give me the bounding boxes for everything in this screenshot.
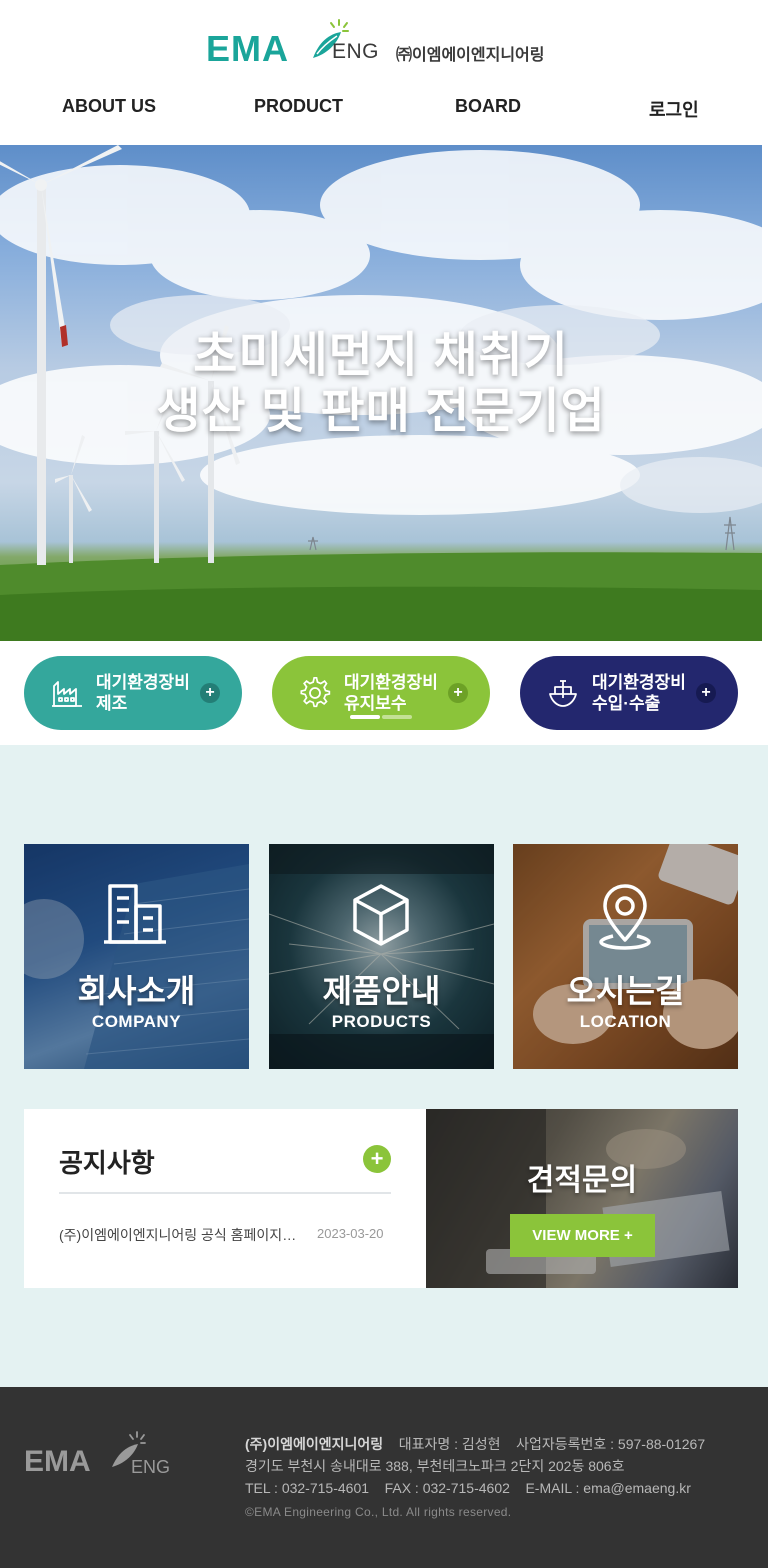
quick-link-line1: 대기환경장비 (592, 673, 686, 692)
card-building-photo (24, 844, 249, 1069)
footer-fax: FAX : 032-715-4602 (384, 1480, 510, 1496)
quick-link-line2: 유지보수 (344, 694, 407, 713)
quick-link-line2: 수입·수출 (592, 694, 661, 713)
quick-link-label: 대기환경장비 유지보수 (344, 672, 438, 714)
company-logo[interactable]: EMA ENG ㈜이엠에이엔지니어링 (206, 14, 566, 70)
box-icon (353, 884, 409, 946)
plus-icon: + (448, 683, 468, 703)
notice-item-title[interactable]: (주)이엠에이엔지니어링 공식 홈페이지 오픈 (59, 1225, 299, 1245)
divider (59, 1192, 391, 1194)
plus-icon: + (696, 683, 716, 703)
slider-pagination (350, 715, 412, 719)
notice-board: 공지사항 + (주)이엠에이엔지니어링 공식 홈페이지 오픈 2023-03-2… (24, 1109, 426, 1288)
footer-tel: TEL : 032-715-4601 (245, 1480, 370, 1496)
notice-item-date: 2023-03-20 (317, 1226, 384, 1241)
card-title: 오시는길 (566, 973, 685, 1009)
view-more-button[interactable]: VIEW MORE + (510, 1214, 655, 1257)
footer-logo-eng: ENG (131, 1457, 171, 1477)
notice-more-plus-icon[interactable]: + (363, 1145, 391, 1173)
building-icon (104, 884, 166, 944)
slider-dot-active[interactable] (350, 715, 380, 719)
hero-headline: 초미세먼지 채취기 생산 및 판매 전문기업 (0, 328, 762, 440)
quick-link-label: 대기환경장비 제조 (96, 672, 190, 714)
card-products[interactable]: 제품안내 PRODUCTS (269, 844, 494, 1069)
site-header: EMA ENG ㈜이엠에이엔지니어링 ABOUT US PRODUCT BOAR… (0, 0, 768, 145)
logo-wordmark: EMA (206, 28, 289, 69)
hero-banner: 초미세먼지 채취기 생산 및 판매 전문기업 (0, 145, 762, 641)
quick-link-line1: 대기환경장비 (344, 673, 438, 692)
quick-link-line1: 대기환경장비 (96, 673, 190, 692)
ship-icon (549, 680, 577, 707)
logo-company-name: ㈜이엠에이엔지니어링 (396, 47, 545, 64)
footer-address: 경기도 부천시 송내대로 388, 부천테크노파크 2단지 202동 806호 (245, 1458, 625, 1474)
quick-link-line2: 제조 (96, 694, 128, 713)
card-company[interactable]: 회사소개 COMPANY (24, 844, 249, 1069)
card-subtitle: PRODUCTS (331, 1012, 432, 1031)
hero-headline-line1: 초미세먼지 채취기 (193, 329, 569, 382)
footer-ceo: 대표자명 : 김성현 (398, 1436, 501, 1452)
quick-link-manufacturing[interactable]: 대기환경장비 제조 + (24, 656, 242, 730)
gear-icon (300, 676, 331, 708)
plus-icon: + (200, 683, 220, 703)
footer-copyright: ©EMA Engineering Co., Ltd. All rights re… (245, 1505, 512, 1519)
nav-board[interactable]: BOARD (455, 96, 521, 117)
quick-link-label: 대기환경장비 수입·수출 (592, 672, 686, 714)
site-footer: EMA ENG (주)이엠에이엔지니어링 대표자명 : 김성현 사업자등록번호 … (0, 1387, 768, 1568)
map-pin-icon (599, 884, 651, 950)
card-subtitle: COMPANY (91, 1012, 182, 1031)
footer-logo[interactable]: EMA ENG (24, 1431, 194, 1481)
hero-headline-line2: 생산 및 판매 전문기업 (156, 385, 606, 438)
footer-logo-wordmark: EMA (24, 1445, 91, 1478)
card-subtitle: LOCATION (579, 1012, 672, 1031)
quick-links: 대기환경장비 제조 + 대기환경장비 유지보수 + 대기환경장비 수입·수출 + (0, 641, 768, 745)
quote-request-banner: 견적문의 VIEW MORE + (426, 1109, 738, 1288)
card-title: 제품안내 (322, 973, 441, 1009)
factory-icon (52, 681, 82, 707)
footer-company-info: (주)이엠에이엔지니어링 대표자명 : 김성현 사업자등록번호 : 597-88… (245, 1433, 705, 1499)
card-laser-photo (269, 844, 494, 1069)
card-location[interactable]: 오시는길 LOCATION (513, 844, 738, 1069)
quick-link-import-export[interactable]: 대기환경장비 수입·수출 + (520, 656, 738, 730)
quote-title: 견적문의 (526, 1164, 638, 1197)
footer-biz-no: 사업자등록번호 : 597-88-01267 (516, 1436, 706, 1452)
footer-company-name: (주)이엠에이엔지니어링 (245, 1436, 384, 1452)
nav-login[interactable]: 로그인 (649, 96, 699, 122)
notice-title: 공지사항 (59, 1148, 155, 1178)
nav-about-us[interactable]: ABOUT US (62, 96, 156, 117)
main-nav: ABOUT US PRODUCT BOARD 로그인 (0, 96, 768, 126)
nav-product[interactable]: PRODUCT (254, 96, 343, 117)
main-content: 회사소개 COMPANY 제품안내 PRODUCTS 오시는길 LOCATION… (0, 745, 768, 1387)
slider-dot[interactable] (382, 715, 412, 719)
card-title: 회사소개 (77, 973, 196, 1009)
card-phone-map-photo (513, 844, 738, 1069)
logo-eng-text: ENG (332, 40, 380, 63)
footer-email[interactable]: E-MAIL : ema@emaeng.kr (525, 1480, 690, 1496)
